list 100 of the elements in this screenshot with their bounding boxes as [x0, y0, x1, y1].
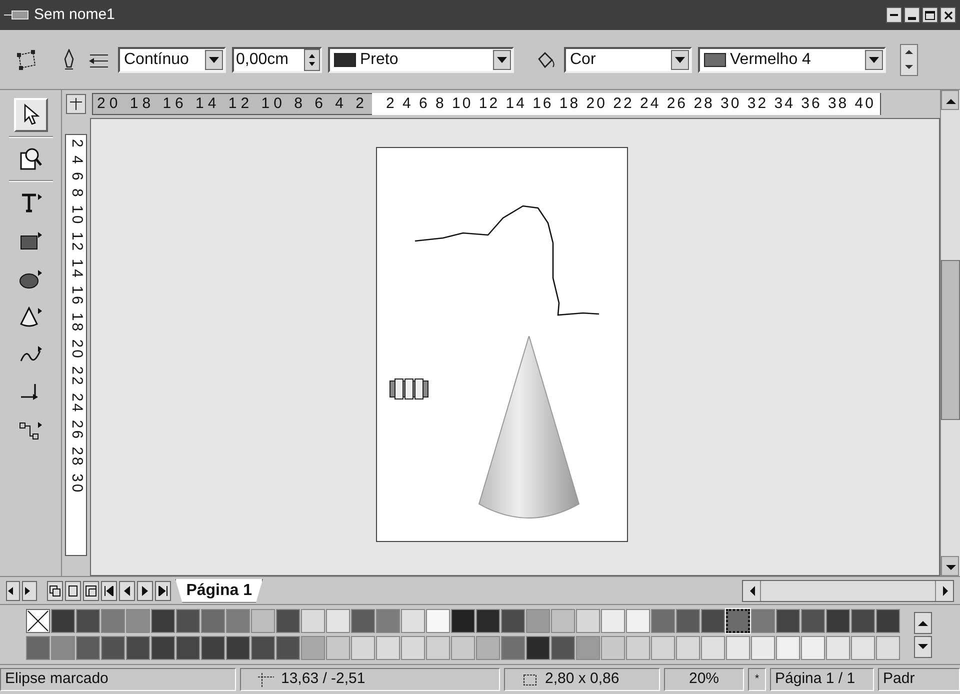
color-swatch[interactable]: [501, 636, 525, 660]
color-swatch[interactable]: [151, 636, 175, 660]
color-swatch[interactable]: [701, 636, 725, 660]
color-swatch[interactable]: [876, 636, 900, 660]
color-swatch[interactable]: [101, 636, 125, 660]
palette-down-button[interactable]: [914, 636, 932, 658]
minimize-button[interactable]: [904, 7, 920, 23]
color-swatch[interactable]: [426, 636, 450, 660]
color-swatch[interactable]: [576, 636, 600, 660]
spin-buttons[interactable]: [304, 48, 320, 70]
palette-up-button[interactable]: [914, 612, 932, 634]
color-swatch[interactable]: [826, 609, 850, 633]
color-swatch[interactable]: [676, 636, 700, 660]
no-fill-swatch[interactable]: [26, 609, 50, 633]
color-swatch[interactable]: [201, 636, 225, 660]
color-swatch[interactable]: [476, 636, 500, 660]
color-swatch[interactable]: [26, 636, 50, 660]
color-swatch[interactable]: [276, 609, 300, 633]
color-swatch[interactable]: [726, 609, 750, 633]
color-swatch[interactable]: [126, 636, 150, 660]
scroll-left-button[interactable]: [6, 580, 20, 600]
color-swatch[interactable]: [526, 609, 550, 633]
line-color-dropdown[interactable]: Preto: [328, 46, 514, 72]
color-swatch[interactable]: [851, 609, 875, 633]
color-swatch[interactable]: [676, 609, 700, 633]
area-style-dropdown[interactable]: Cor: [564, 46, 692, 72]
color-swatch[interactable]: [651, 609, 675, 633]
color-swatch[interactable]: [501, 609, 525, 633]
tool-button[interactable]: [14, 98, 48, 132]
color-swatch[interactable]: [51, 636, 75, 660]
color-swatch[interactable]: [826, 636, 850, 660]
color-swatch[interactable]: [351, 636, 375, 660]
color-swatch[interactable]: [476, 609, 500, 633]
maximize-button[interactable]: [922, 7, 938, 23]
color-swatch[interactable]: [776, 636, 800, 660]
color-swatch[interactable]: [601, 609, 625, 633]
help-button[interactable]: [886, 7, 902, 23]
close-button[interactable]: [940, 7, 956, 23]
color-swatch[interactable]: [751, 636, 775, 660]
color-swatch[interactable]: [776, 609, 800, 633]
color-swatch[interactable]: [176, 609, 200, 633]
color-swatch[interactable]: [751, 609, 775, 633]
color-swatch[interactable]: [526, 636, 550, 660]
vertical-scrollbar[interactable]: [940, 90, 960, 576]
color-swatch[interactable]: [601, 636, 625, 660]
color-swatch[interactable]: [876, 609, 900, 633]
horizontal-scrollbar[interactable]: [742, 580, 954, 602]
color-swatch[interactable]: [426, 609, 450, 633]
color-swatch[interactable]: [151, 609, 175, 633]
up-arrow-icon: [905, 49, 913, 55]
color-swatch[interactable]: [76, 609, 100, 633]
color-swatch[interactable]: [176, 636, 200, 660]
color-swatch[interactable]: [251, 609, 275, 633]
last-page-button[interactable]: [155, 580, 172, 600]
color-swatch[interactable]: [451, 609, 475, 633]
color-swatch[interactable]: [251, 636, 275, 660]
ruler-origin-button[interactable]: [66, 94, 86, 114]
color-swatch[interactable]: [301, 609, 325, 633]
color-swatch[interactable]: [551, 609, 575, 633]
color-swatch[interactable]: [326, 609, 350, 633]
color-swatch[interactable]: [626, 636, 650, 660]
line-style-dropdown[interactable]: Contínuo: [118, 46, 226, 72]
previous-page-button[interactable]: [118, 580, 136, 600]
color-swatch[interactable]: [626, 609, 650, 633]
color-swatch[interactable]: [551, 636, 575, 660]
color-swatch[interactable]: [76, 636, 100, 660]
scroll-right-button[interactable]: [22, 580, 37, 600]
down-arrow-icon: [905, 64, 913, 70]
scroll-thumb[interactable]: [941, 260, 960, 420]
color-swatch[interactable]: [201, 609, 225, 633]
color-swatch[interactable]: [726, 636, 750, 660]
color-swatch[interactable]: [301, 636, 325, 660]
color-swatch[interactable]: [101, 609, 125, 633]
color-swatch[interactable]: [226, 609, 250, 633]
color-swatch[interactable]: [376, 636, 400, 660]
color-swatch[interactable]: [351, 609, 375, 633]
color-swatch[interactable]: [651, 636, 675, 660]
color-swatch[interactable]: [576, 609, 600, 633]
color-swatch[interactable]: [126, 609, 150, 633]
color-swatch[interactable]: [801, 636, 825, 660]
color-swatch[interactable]: [801, 609, 825, 633]
color-swatch[interactable]: [401, 609, 425, 633]
page-tab[interactable]: Página 1: [175, 578, 264, 602]
next-page-button[interactable]: [137, 580, 154, 600]
color-swatch[interactable]: [401, 636, 425, 660]
color-swatch[interactable]: [851, 636, 875, 660]
line-width-field[interactable]: 0,00cm: [232, 46, 322, 72]
color-swatch[interactable]: [451, 636, 475, 660]
color-swatch[interactable]: [276, 636, 300, 660]
master-mode-button[interactable]: [82, 580, 99, 600]
color-swatch[interactable]: [226, 636, 250, 660]
toolbar-scroll-buttons[interactable]: [900, 44, 918, 76]
page-mode-button[interactable]: [64, 580, 81, 600]
color-swatch[interactable]: [376, 609, 400, 633]
color-swatch[interactable]: [701, 609, 725, 633]
area-color-dropdown[interactable]: Vermelho 4: [698, 46, 886, 72]
color-swatch[interactable]: [326, 636, 350, 660]
first-page-button[interactable]: [100, 580, 117, 600]
color-swatch[interactable]: [51, 609, 75, 633]
layer-mode-button[interactable]: [46, 580, 63, 600]
